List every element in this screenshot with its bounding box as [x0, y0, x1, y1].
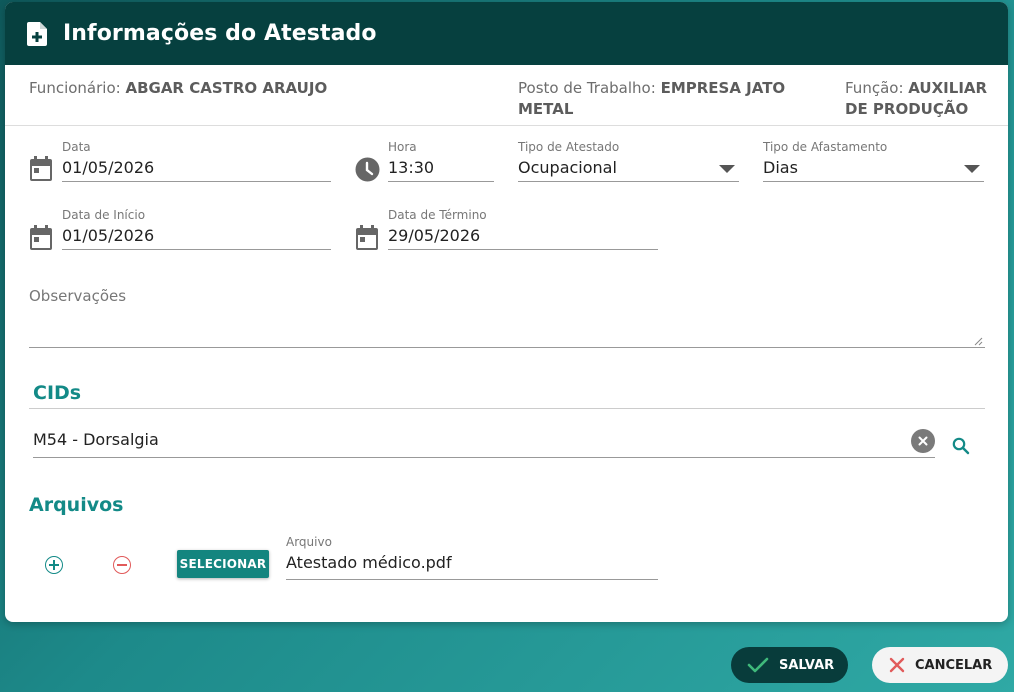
dialog-header: Informações do Atestado [5, 2, 1008, 65]
post-value-line1: EMPRESA JATO [660, 79, 786, 97]
end-date-label: Data de Término [388, 208, 487, 222]
post-value-line2: METAL [518, 100, 574, 118]
certificate-dialog: Informações do Atestado Funcionário: ABG… [5, 2, 1008, 622]
post-info: Posto de Trabalho: EMPRESA JATO METAL [518, 78, 785, 120]
end-date-input[interactable]: 29/05/2026 [388, 224, 658, 250]
start-date-field[interactable]: Data de Início 01/05/2026 [62, 208, 331, 250]
calendar-icon[interactable] [29, 156, 53, 182]
file-field[interactable]: Arquivo Atestado médico.pdf [286, 535, 658, 580]
role-label: Função: [845, 79, 904, 97]
add-file-button[interactable] [45, 556, 63, 574]
file-input[interactable]: Atestado médico.pdf [286, 551, 658, 580]
search-icon[interactable] [952, 437, 970, 455]
leave-type-text: Dias [763, 158, 798, 177]
post-label: Posto de Trabalho: [518, 79, 656, 97]
employee-info-bar: Funcionário: ABGAR CASTRO ARAUJO Posto d… [5, 65, 1008, 126]
leave-type-label: Tipo de Afastamento [763, 140, 888, 154]
start-date-label: Data de Início [62, 208, 146, 222]
close-icon [889, 657, 905, 673]
certificate-type-label: Tipo de Atestado [518, 140, 620, 154]
employee-name: ABGAR CASTRO ARAUJO [125, 79, 328, 97]
cid-input[interactable]: M54 - Dorsalgia [33, 426, 935, 458]
certificate-type-select[interactable]: Tipo de Atestado Ocupacional [518, 140, 739, 182]
cids-divider [29, 408, 985, 409]
role-value-line2: DE PRODUÇÃO [845, 100, 969, 118]
time-label: Hora [388, 140, 417, 154]
end-date-field[interactable]: Data de Término 29/05/2026 [388, 208, 658, 250]
files-section-title: Arquivos [29, 494, 124, 516]
checkmark-icon [747, 657, 769, 673]
certificate-type-text: Ocupacional [518, 158, 617, 177]
save-button[interactable]: SALVAR [731, 647, 848, 683]
employee-label: Funcionário: [29, 79, 121, 97]
role-info: Função: AUXILIAR DE PRODUÇÃO [845, 78, 987, 120]
leave-type-value[interactable]: Dias [763, 156, 984, 182]
caret-down-icon[interactable] [964, 165, 980, 173]
employee-info: Funcionário: ABGAR CASTRO ARAUJO [29, 78, 327, 99]
calendar-icon[interactable] [355, 225, 379, 251]
save-button-label: SALVAR [779, 657, 835, 673]
clear-cid-button[interactable] [911, 429, 935, 453]
cancel-button[interactable]: CANCELAR [872, 647, 1008, 683]
notes-label: Observações [29, 287, 127, 305]
caret-down-icon[interactable] [719, 165, 735, 173]
document-plus-icon [27, 21, 47, 46]
close-icon [918, 436, 928, 446]
file-label: Arquivo [286, 535, 332, 549]
time-field[interactable]: Hora 13:30 [388, 140, 494, 182]
date-input[interactable]: 01/05/2026 [62, 156, 331, 182]
start-date-input[interactable]: 01/05/2026 [62, 224, 331, 250]
role-value-line1: AUXILIAR [908, 79, 988, 97]
select-file-button[interactable]: SELECIONAR [177, 550, 269, 578]
date-label: Data [62, 140, 91, 154]
cids-section-title: CIDs [33, 382, 82, 404]
notes-textarea[interactable] [29, 347, 985, 348]
clock-icon[interactable] [355, 157, 380, 182]
calendar-icon[interactable] [29, 225, 53, 251]
resize-handle-icon[interactable] [973, 336, 983, 346]
time-input[interactable]: 13:30 [388, 156, 494, 182]
date-field[interactable]: Data 01/05/2026 [62, 140, 331, 182]
certificate-type-value[interactable]: Ocupacional [518, 156, 739, 182]
leave-type-select[interactable]: Tipo de Afastamento Dias [763, 140, 984, 182]
remove-file-button[interactable] [113, 556, 131, 574]
dialog-title: Informações do Atestado [63, 21, 377, 46]
cancel-button-label: CANCELAR [915, 657, 993, 673]
